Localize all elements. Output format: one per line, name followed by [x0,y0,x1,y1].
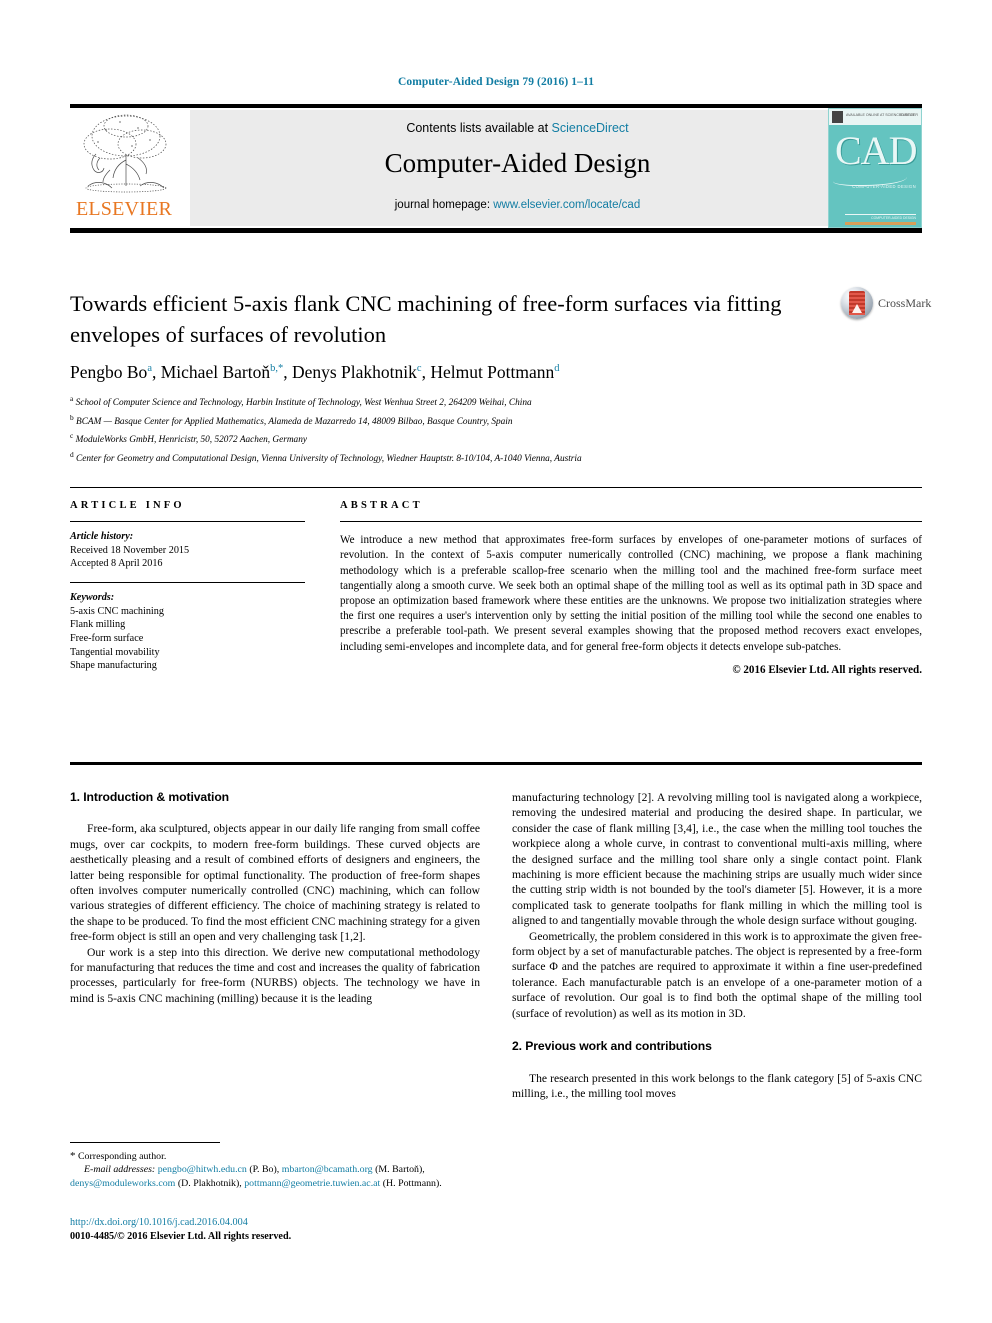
contents-panel: Contents lists available at ScienceDirec… [190,110,845,226]
crossmark-triangle-icon [852,304,862,313]
keywords-divider [70,581,305,584]
footnote-block: * Corresponding author. E-mail addresses… [70,1150,490,1190]
keyword-item: Shape manufacturing [70,660,157,672]
affiliation-item: c ModuleWorks GmbH, Henricistr, 50, 5207… [70,429,870,448]
contents-prefix: Contents lists available at [406,121,552,135]
author-list: Pengbo Boa, Michael Bartoňb,*, Denys Pla… [70,362,560,382]
affiliation-marker: a [70,394,74,403]
corresponding-author-note: * Corresponding author. [70,1150,490,1163]
keyword-item: 5-axis CNC machining [70,605,164,617]
info-band-rule-bottom [70,762,922,765]
email-addresses-line: E-mail addresses: pengbo@hitwh.edu.cn (P… [70,1163,490,1190]
affiliation-item: a School of Computer Science and Technol… [70,392,870,411]
cover-elsevier-mark [832,111,843,123]
body-column-right: manufacturing technology [2]. A revolvin… [512,790,922,1101]
affiliation-marker: b [70,412,74,422]
paper-page: Computer-Aided Design 79 (2016) 1–11 ELS… [0,0,992,1323]
crossmark-label: CrossMark [878,296,932,310]
article-history-group: Article history: Received 18 November 20… [70,530,305,571]
affiliation-item: d Center for Geometry and Computational … [70,448,870,467]
masthead-rule-bottom [70,228,922,233]
email-sep: , [276,1164,280,1176]
corresponding-author-text: Corresponding author. [77,1151,167,1162]
article-info-heading: ARTICLE INFO [70,500,185,511]
email-owner: (P. Bo) [249,1164,277,1176]
affiliation-item: b BCAM — Basque Center for Applied Mathe… [70,411,870,430]
issn-copyright-line: 0010-4485/© 2016 Elsevier Ltd. All right… [70,1231,292,1242]
homepage-prefix: journal homepage: [394,199,494,211]
cover-top-right-text: ELSEVIER [900,113,918,117]
article-history-label: Article history: [70,531,134,543]
cover-bottom-bar [845,222,916,225]
email-owner: (H. Pottmann) [382,1177,440,1189]
abstract-body: We introduce a new method that approxima… [340,534,922,653]
email-owner: (D. Plakhotnik) [177,1177,240,1189]
elsevier-tree-icon [83,114,167,193]
email-link[interactable]: mbarton@bcamath.org [282,1164,373,1175]
crossmark-icon [841,287,873,319]
paragraph: The research presented in this work belo… [512,1071,922,1100]
elsevier-wordmark: ELSEVIER [75,198,173,220]
affiliation-text: BCAM — Basque Center for Applied Mathema… [76,416,513,427]
affiliation-marker: c [70,431,74,441]
crossmark-badge[interactable]: CrossMark [841,287,937,321]
abstract-column: ABSTRACT We introduce a new method that … [340,500,922,676]
paragraph: Free-form, aka sculptured, objects appea… [70,822,480,944]
affiliation-text: School of Computer Science and Technolog… [75,398,532,409]
section-heading-1: 1. Introduction & motivation [70,790,230,804]
journal-masthead: ELSEVIER Contents lists available at Sci… [70,108,922,228]
affiliation-list: a School of Computer Science and Technol… [70,392,870,467]
email-sep: . [439,1177,442,1189]
journal-homepage-line: journal homepage: www.elsevier.com/locat… [190,199,845,211]
journal-homepage-link[interactable]: www.elsevier.com/locate/cad [493,199,640,211]
abstract-divider [340,521,922,523]
section-heading-2: 2. Previous work and contributions [512,1039,712,1054]
email-owner: (M. Bartoň) [375,1164,423,1176]
article-history-accepted: Accepted 8 April 2016 [70,558,163,570]
journal-cover-thumbnail: AVAILABLE ONLINE AT SCIENCEDIRECT ELSEVI… [828,108,922,228]
doi-block: http://dx.doi.org/10.1016/j.cad.2016.04.… [70,1216,490,1244]
email-link[interactable]: denys@moduleworks.com [70,1178,175,1189]
affiliation-text: Center for Geometry and Computational De… [76,454,582,465]
contents-available-line: Contents lists available at ScienceDirec… [190,121,845,135]
email-sep: , [239,1177,242,1189]
cover-title: CAD [835,128,917,173]
paragraph: Geometrically, the problem considered in… [512,929,922,1020]
journal-title: Computer-Aided Design [384,148,651,178]
keywords-label: Keywords: [70,592,115,604]
running-head: Computer-Aided Design 79 (2016) 1–11 [397,76,595,88]
article-history-received: Received 18 November 2015 [70,544,190,556]
footnote-rule [70,1142,220,1144]
keyword-item: Tangential movability [70,646,160,658]
paragraph: manufacturing technology [2]. A revolvin… [512,791,922,928]
article-info-divider [70,521,305,523]
doi-link[interactable]: http://dx.doi.org/10.1016/j.cad.2016.04.… [70,1216,490,1230]
sciencedirect-link[interactable]: ScienceDirect [552,121,629,135]
paragraph: Our work is a step into this direction. … [70,945,480,1005]
cover-subtitle: COMPUTER-AIDED DESIGN [852,184,916,189]
abstract-heading: ABSTRACT [340,500,423,511]
email-link[interactable]: pottmann@geometrie.tuwien.ac.at [244,1178,380,1189]
keywords-group: Keywords: 5-axis CNC machining Flank mil… [70,591,305,673]
keyword-item: Free-form surface [70,632,144,644]
page-title: Towards efficient 5-axis flank CNC machi… [70,291,782,347]
asterisk-icon: * [70,1150,76,1162]
keyword-item: Flank milling [70,619,126,631]
email-link[interactable]: pengbo@hitwh.edu.cn [158,1164,247,1175]
abstract-copyright: © 2016 Elsevier Ltd. All rights reserved… [732,663,922,676]
info-band-rule-top [70,487,922,489]
affiliation-marker: d [70,450,74,460]
affiliation-text: ModuleWorks GmbH, Henricistr, 50, 52072 … [75,435,307,446]
email-sep: , [422,1164,425,1176]
body-column-left: 1. Introduction & motivation Free-form, … [70,790,480,1006]
cover-footer-text: COMPUTER-AIDED DESIGN [845,214,916,220]
article-info-column: ARTICLE INFO Article history: Received 1… [70,500,305,673]
elsevier-logo: ELSEVIER [70,108,180,228]
email-addresses-label: E-mail addresses: [84,1164,156,1176]
